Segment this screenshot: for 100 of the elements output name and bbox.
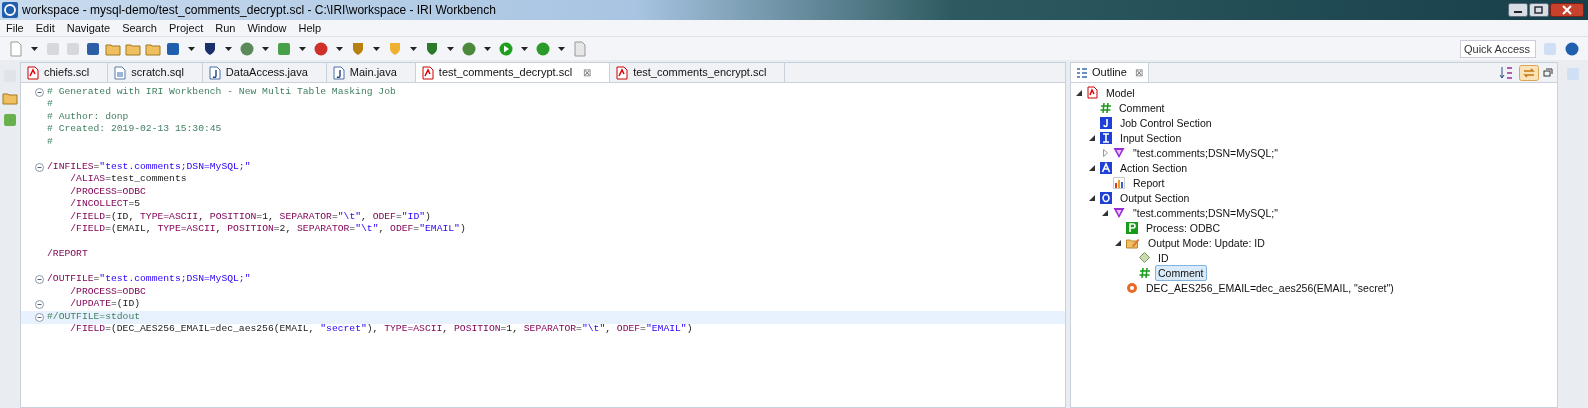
diamond-icon	[1139, 252, 1150, 263]
minimize-icon[interactable]	[1543, 67, 1553, 78]
sort-icon[interactable]	[1499, 65, 1515, 80]
letter-p-icon	[1126, 221, 1138, 234]
menu-item[interactable]: Navigate	[60, 19, 117, 37]
minimize-icon[interactable]	[1508, 3, 1528, 17]
close-tab-icon[interactable]: ⊠	[583, 65, 592, 80]
letter-a-icon	[1100, 161, 1112, 174]
funnel-icon	[1113, 206, 1125, 219]
tab-label: Main.java	[349, 65, 397, 81]
expanded-arrow-icon[interactable]	[1089, 164, 1095, 171]
funnel-icon	[1113, 146, 1125, 159]
code-line: /FIELD=(EMAIL, TYPE=ASCII, POSITION=2, SEPARATOR="\t", ODEF="EMAIL")	[69, 222, 466, 237]
tab-label: test_comments_encrypt.scl	[633, 65, 767, 81]
collapsed-arrow-icon[interactable]	[1102, 148, 1108, 157]
menu-item[interactable]: Project	[163, 19, 210, 37]
fold-icon[interactable]	[35, 312, 44, 322]
tree-item[interactable]: Output Mode: Update: ID	[1145, 234, 1268, 251]
run-icon[interactable]	[498, 40, 514, 57]
hash-icon	[1139, 266, 1150, 279]
dropdown-caret-icon[interactable]	[225, 46, 232, 51]
tab-label: scratch.sql	[131, 65, 184, 81]
code-line: /PROCESS=ODBC	[69, 285, 146, 299]
code-line: /FIELD=(ID, TYPE=ASCII, POSITION=1, SEPARATOR="\t", ODEF="ID")	[69, 210, 431, 224]
dropdown-caret-icon[interactable]	[188, 46, 195, 51]
expanded-arrow-icon[interactable]	[1089, 134, 1095, 141]
document-icon	[421, 65, 434, 80]
menu-item[interactable]: Run	[209, 19, 242, 37]
dropdown-caret-icon[interactable]	[558, 46, 565, 51]
menu-item[interactable]: Help	[292, 19, 328, 37]
tree-item[interactable]: Input Section	[1117, 129, 1185, 146]
code-line: /INFILES="test.comments;DSN=MySQL;"	[47, 160, 251, 174]
tree-item[interactable]: Model	[1103, 84, 1138, 101]
editor-tab[interactable]: test_comments_decrypt.scl ⊠	[415, 63, 611, 82]
expanded-arrow-icon[interactable]	[1089, 194, 1095, 201]
fold-icon[interactable]	[35, 162, 44, 172]
tree-item[interactable]: DEC_AES256_EMAIL=dec_aes256(EMAIL, "secret")	[1143, 279, 1397, 296]
tab-label: chiefs.scl	[44, 65, 90, 81]
dropdown-caret-icon[interactable]	[336, 46, 343, 51]
tree-item[interactable]: "test.comments;DSN=MySQL;"	[1130, 204, 1281, 221]
close-icon[interactable]	[1550, 3, 1584, 17]
code-line: #	[47, 97, 53, 112]
dropdown-caret-icon[interactable]	[484, 46, 491, 51]
dropdown-caret-icon[interactable]	[262, 46, 269, 51]
tree-item[interactable]: Report	[1130, 174, 1168, 191]
code-line: /UPDATE=(ID)	[69, 297, 141, 312]
tab-label: DataAccess.java	[225, 65, 308, 81]
dropdown-caret-icon[interactable]	[410, 46, 417, 51]
code-line: #/OUTFILE=stdout	[47, 310, 140, 324]
bar-chart-icon	[1113, 176, 1125, 189]
expanded-arrow-icon[interactable]	[1076, 89, 1082, 96]
document-icon	[616, 65, 629, 80]
fold-icon[interactable]	[35, 275, 44, 285]
expanded-arrow-icon[interactable]	[1102, 209, 1108, 216]
dropdown-caret-icon[interactable]	[447, 46, 454, 51]
tree-item[interactable]: Process: ODBC	[1143, 219, 1224, 236]
document-icon	[1087, 86, 1098, 99]
menu-item[interactable]: Edit	[29, 19, 61, 37]
dropdown-caret-icon[interactable]	[521, 46, 528, 51]
outline-icon	[1076, 66, 1088, 79]
tab-label: test_comments_decrypt.scl	[438, 65, 573, 81]
tree-item[interactable]: Comment	[1155, 264, 1207, 281]
dropdown-caret-icon[interactable]	[31, 46, 38, 51]
menu-item[interactable]: Search	[116, 19, 163, 37]
document-icon	[27, 65, 39, 80]
code-line: # Created: 2019-02-13 15:30:45	[47, 122, 222, 137]
hash-icon	[1100, 101, 1111, 114]
java-file-icon	[332, 65, 345, 80]
fold-icon[interactable]	[35, 87, 44, 97]
close-tab-icon[interactable]: ⊠	[1134, 65, 1143, 80]
tree-item[interactable]: Action Section	[1117, 159, 1191, 176]
code-line: #	[47, 135, 53, 149]
dropdown-caret-icon[interactable]	[373, 46, 380, 51]
code-line: /FIELD=(DEC_AES256_EMAIL=dec_aes256(EMAIL, "secret"), TYPE=ASCII, POSITION=1, SEPARATOR="\t", ODEF="EMAIL")	[69, 322, 693, 337]
code-line: /ALIAS=test_comments	[69, 172, 187, 187]
code-line: /OUTFILE="test.comments;DSN=MySQL;"	[47, 272, 251, 287]
tree-item[interactable]: Job Control Section	[1117, 114, 1215, 131]
database-file-icon	[114, 65, 127, 80]
window-title: workspace - mysql-demo/test_comments_decrypt.scl - C:\IRI\workspace - IRI Workbench	[22, 2, 496, 19]
tree-item[interactable]: Comment	[1116, 99, 1168, 116]
code-line: /INCOLLECT=5	[69, 197, 141, 212]
letter-j-icon	[1100, 116, 1112, 129]
menu-item[interactable]: File	[0, 19, 30, 37]
java-file-icon	[208, 65, 221, 80]
quick-access-field[interactable]: Quick Access	[1460, 39, 1536, 58]
dropdown-caret-icon[interactable]	[299, 46, 306, 51]
code-line: /PROCESS=ODBC	[69, 185, 146, 199]
code-line: # Generated with IRI Workbench - New Multi Table Masking Job	[47, 85, 396, 99]
code-line: # Author: donp	[47, 110, 129, 124]
tree-item[interactable]: ID	[1155, 249, 1172, 266]
letter-i-icon	[1100, 131, 1112, 144]
tree-item[interactable]: Output Section	[1117, 189, 1193, 206]
expanded-arrow-icon[interactable]	[1115, 239, 1121, 246]
tree-item[interactable]: "test.comments;DSN=MySQL;"	[1130, 144, 1281, 161]
letter-o-icon	[1100, 191, 1112, 204]
menu-item[interactable]: Window	[241, 19, 293, 37]
outline-tab[interactable]: Outline	[1092, 64, 1127, 81]
folder-pencil-icon	[1126, 236, 1140, 249]
fold-icon[interactable]	[35, 300, 44, 310]
code-line: /REPORT	[47, 247, 88, 262]
